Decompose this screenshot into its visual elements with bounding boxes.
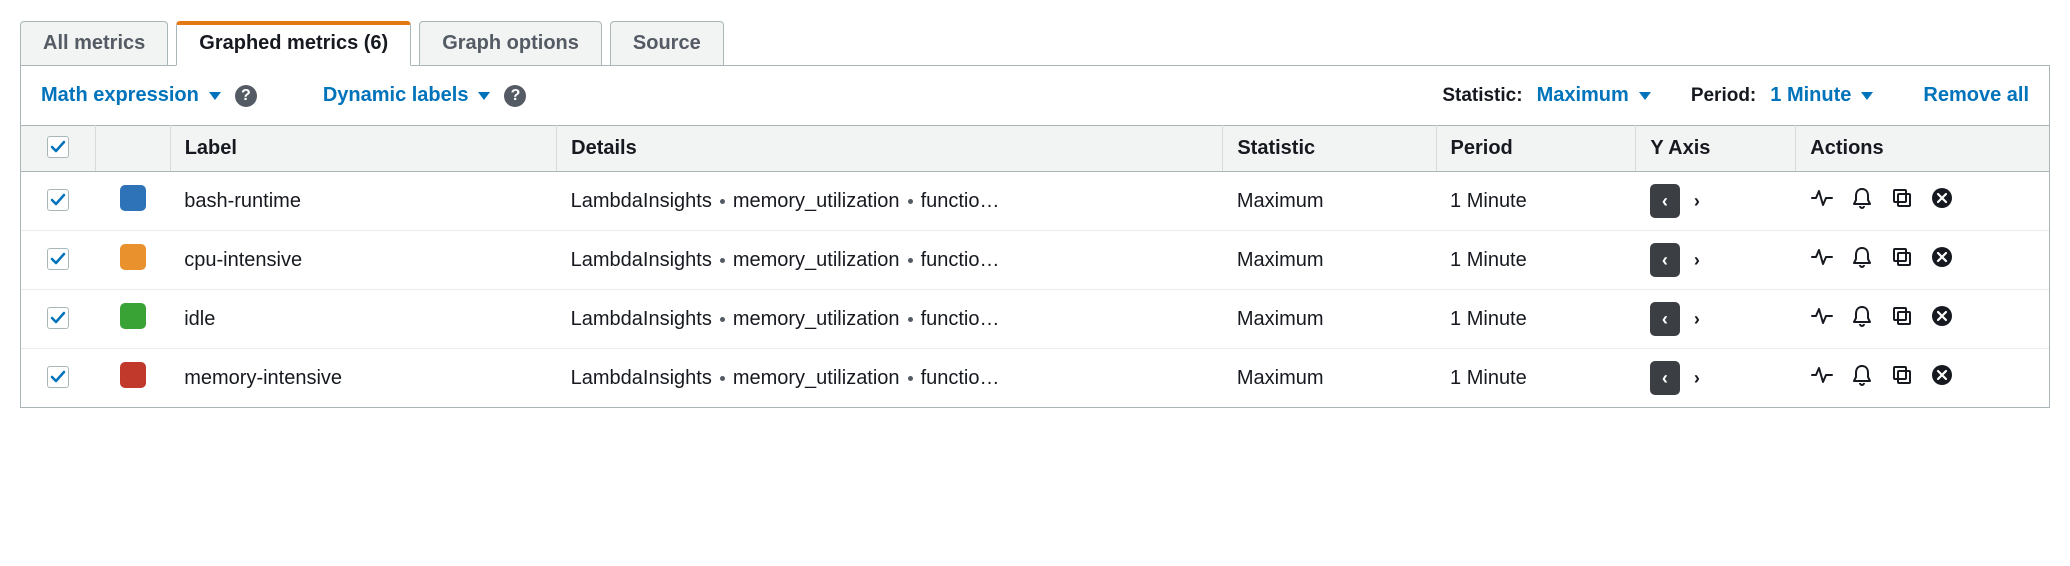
- yaxis-toggle: ‹›: [1650, 243, 1712, 277]
- bell-icon[interactable]: [1850, 363, 1874, 387]
- copy-icon[interactable]: [1890, 186, 1914, 210]
- tab-graph-options[interactable]: Graph options: [419, 21, 602, 66]
- yaxis-left-button[interactable]: ‹: [1650, 184, 1680, 218]
- color-swatch[interactable]: [120, 244, 146, 270]
- metric-details: LambdaInsightsmemory_utilizationfunctio…: [557, 172, 1223, 231]
- chevron-down-icon: [205, 84, 221, 107]
- metric-details: LambdaInsightsmemory_utilizationfunctio…: [557, 290, 1223, 349]
- yaxis-right-button[interactable]: ›: [1682, 361, 1712, 395]
- row-actions: [1810, 245, 1954, 269]
- metric-label[interactable]: cpu-intensive: [170, 231, 556, 290]
- pulse-icon[interactable]: [1810, 245, 1834, 269]
- remove-all-button[interactable]: Remove all: [1923, 84, 2029, 107]
- yaxis-left-button[interactable]: ‹: [1650, 243, 1680, 277]
- yaxis-toggle: ‹›: [1650, 361, 1712, 395]
- statistic-value: Maximum: [1537, 84, 1629, 107]
- copy-icon[interactable]: [1890, 363, 1914, 387]
- period-label: Period:: [1691, 85, 1756, 107]
- table-row: bash-runtimeLambdaInsightsmemory_utiliza…: [21, 172, 2049, 231]
- metric-label[interactable]: memory-intensive: [170, 349, 556, 408]
- metric-details: LambdaInsightsmemory_utilizationfunctio…: [557, 231, 1223, 290]
- metric-period[interactable]: 1 Minute: [1436, 231, 1636, 290]
- bell-icon[interactable]: [1850, 186, 1874, 210]
- header-checkbox-cell: [21, 126, 96, 172]
- bell-icon[interactable]: [1850, 304, 1874, 328]
- yaxis-left-button[interactable]: ‹: [1650, 361, 1680, 395]
- dynamic-labels-dropdown[interactable]: Dynamic labels: [323, 84, 491, 107]
- remove-icon[interactable]: [1930, 186, 1954, 210]
- metric-statistic[interactable]: Maximum: [1223, 349, 1436, 408]
- row-actions: [1810, 304, 1954, 328]
- math-expression-label: Math expression: [41, 84, 199, 107]
- dynamic-labels-label: Dynamic labels: [323, 84, 469, 107]
- metric-period[interactable]: 1 Minute: [1436, 349, 1636, 408]
- metric-period[interactable]: 1 Minute: [1436, 172, 1636, 231]
- table-row: memory-intensiveLambdaInsightsmemory_uti…: [21, 349, 2049, 408]
- toolbar: Math expression ? Dynamic labels ? Stati…: [21, 66, 2049, 125]
- header-actions: Actions: [1796, 126, 2049, 172]
- pulse-icon[interactable]: [1810, 304, 1834, 328]
- metric-period[interactable]: 1 Minute: [1436, 290, 1636, 349]
- metric-label[interactable]: bash-runtime: [170, 172, 556, 231]
- color-swatch[interactable]: [120, 362, 146, 388]
- row-checkbox[interactable]: [47, 189, 69, 211]
- header-statistic: Statistic: [1223, 126, 1436, 172]
- yaxis-right-button[interactable]: ›: [1682, 243, 1712, 277]
- metric-label[interactable]: idle: [170, 290, 556, 349]
- chevron-down-icon: [1857, 84, 1873, 107]
- period-value: 1 Minute: [1770, 84, 1851, 107]
- header-label: Label: [170, 126, 556, 172]
- math-expression-dropdown[interactable]: Math expression: [41, 84, 221, 107]
- copy-icon[interactable]: [1890, 245, 1914, 269]
- yaxis-toggle: ‹›: [1650, 184, 1712, 218]
- tab-graphed-metrics[interactable]: Graphed metrics (6): [176, 21, 411, 66]
- statistic-dropdown[interactable]: Maximum: [1537, 84, 1651, 107]
- yaxis-right-button[interactable]: ›: [1682, 184, 1712, 218]
- header-swatch: [96, 126, 171, 172]
- header-details: Details: [557, 126, 1223, 172]
- color-swatch[interactable]: [120, 185, 146, 211]
- row-checkbox[interactable]: [47, 307, 69, 329]
- remove-icon[interactable]: [1930, 245, 1954, 269]
- row-actions: [1810, 186, 1954, 210]
- chevron-down-icon: [474, 84, 490, 107]
- row-checkbox[interactable]: [47, 366, 69, 388]
- statistic-label: Statistic:: [1442, 85, 1522, 107]
- bell-icon[interactable]: [1850, 245, 1874, 269]
- metric-statistic[interactable]: Maximum: [1223, 172, 1436, 231]
- table-row: idleLambdaInsightsmemory_utilizationfunc…: [21, 290, 2049, 349]
- header-yaxis: Y Axis: [1636, 126, 1796, 172]
- metrics-table: Label Details Statistic Period Y Axis Ac…: [21, 125, 2049, 407]
- metric-statistic[interactable]: Maximum: [1223, 231, 1436, 290]
- chevron-down-icon: [1635, 84, 1651, 107]
- help-icon[interactable]: ?: [235, 85, 257, 107]
- period-dropdown[interactable]: 1 Minute: [1770, 84, 1873, 107]
- metric-details: LambdaInsightsmemory_utilizationfunctio…: [557, 349, 1223, 408]
- yaxis-right-button[interactable]: ›: [1682, 302, 1712, 336]
- yaxis-left-button[interactable]: ‹: [1650, 302, 1680, 336]
- pulse-icon[interactable]: [1810, 186, 1834, 210]
- tab-all-metrics[interactable]: All metrics: [20, 21, 168, 66]
- metric-statistic[interactable]: Maximum: [1223, 290, 1436, 349]
- tab-source[interactable]: Source: [610, 21, 724, 66]
- help-icon[interactable]: ?: [504, 85, 526, 107]
- color-swatch[interactable]: [120, 303, 146, 329]
- remove-icon[interactable]: [1930, 304, 1954, 328]
- remove-icon[interactable]: [1930, 363, 1954, 387]
- tabs-bar: All metrics Graphed metrics (6) Graph op…: [20, 20, 2050, 65]
- table-row: cpu-intensiveLambdaInsightsmemory_utiliz…: [21, 231, 2049, 290]
- select-all-checkbox[interactable]: [47, 136, 69, 158]
- pulse-icon[interactable]: [1810, 363, 1834, 387]
- row-checkbox[interactable]: [47, 248, 69, 270]
- yaxis-toggle: ‹›: [1650, 302, 1712, 336]
- graphed-metrics-panel: Math expression ? Dynamic labels ? Stati…: [20, 65, 2050, 408]
- copy-icon[interactable]: [1890, 304, 1914, 328]
- row-actions: [1810, 363, 1954, 387]
- header-period: Period: [1436, 126, 1636, 172]
